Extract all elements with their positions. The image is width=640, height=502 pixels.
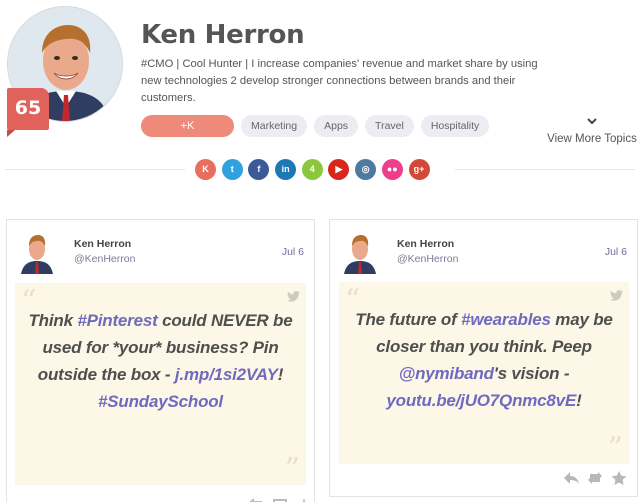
tweet-date[interactable]: Jul 6	[605, 246, 627, 258]
favorite-star-icon[interactable]	[611, 471, 627, 485]
tweet-text-segment: !	[576, 391, 582, 410]
tweet-actions	[240, 496, 312, 502]
favorite-star-icon[interactable]	[296, 496, 312, 502]
profile-name: Ken Herron	[141, 20, 305, 50]
topic-tag-marketing[interactable]: Marketing	[241, 115, 308, 137]
googleplus-icon[interactable]: g+	[408, 159, 430, 180]
tweet-quote-box: “ Think #Pinterest could NEVER be used f…	[15, 283, 306, 485]
reply-icon[interactable]	[248, 496, 264, 502]
tweet-quote-box: “ The future of #wearables may be closer…	[339, 282, 629, 464]
tweet-author-name[interactable]: Ken Herron	[74, 238, 131, 250]
tweet-author-avatar[interactable]	[342, 230, 378, 274]
tweet-link[interactable]: #SundaySchool	[98, 392, 223, 411]
tweet-text: The future of #wearables may be closer t…	[349, 306, 619, 414]
topic-tags: +K Marketing Apps Travel Hospitality	[141, 115, 496, 137]
retweet-icon[interactable]	[272, 496, 288, 502]
tweet-link[interactable]: youtu.be/jUO7Qnmc8vE	[386, 391, 576, 410]
tweet-author-avatar[interactable]	[19, 230, 55, 274]
chevron-down-icon	[587, 118, 597, 125]
retweet-icon[interactable]	[587, 471, 603, 485]
tweet-date[interactable]: Jul 6	[282, 246, 304, 258]
tweet-text-segment: 's vision -	[493, 364, 570, 383]
tweet-text-segment: The future of	[355, 310, 462, 329]
twitter-icon[interactable]: t	[221, 159, 243, 180]
close-quote-icon: ”	[284, 452, 300, 487]
tweet-author-handle[interactable]: @KenHerron	[74, 253, 135, 265]
tweet-text: Think #Pinterest could NEVER be used for…	[25, 307, 296, 415]
youtube-icon[interactable]: ▶	[328, 159, 350, 180]
topic-tag-apps[interactable]: Apps	[314, 115, 359, 137]
tweet-actions	[555, 471, 627, 485]
tweet-link[interactable]: #Pinterest	[77, 311, 157, 330]
tweet-author-handle[interactable]: @KenHerron	[397, 253, 458, 265]
flickr-icon[interactable]: ●●	[381, 159, 403, 180]
tweet-text-segment: Think	[28, 311, 78, 330]
tweet-card: Ken Herron @KenHerron Jul 6 “ The future…	[329, 219, 638, 497]
instagram-icon[interactable]: ◎	[355, 159, 377, 180]
view-more-topics-label: View More Topics	[547, 133, 637, 145]
topic-tag-travel[interactable]: Travel	[365, 115, 414, 137]
foursquare-icon[interactable]: 4	[301, 159, 323, 180]
tweet-link[interactable]: #wearables	[461, 310, 551, 329]
profile-bio: #CMO | Cool Hunter | I increase companie…	[141, 58, 538, 104]
tweet-author-name[interactable]: Ken Herron	[397, 238, 454, 250]
facebook-icon[interactable]: f	[248, 159, 270, 180]
klout-icon[interactable]: K	[195, 159, 216, 180]
social-links: Kt f in 4 ▶ ◎ ●● g+	[195, 159, 435, 180]
profile-avatar-container: 65	[7, 6, 125, 137]
topic-tag-hospitality[interactable]: Hospitality	[420, 115, 490, 137]
reply-icon[interactable]	[563, 471, 579, 485]
linkedin-icon[interactable]: in	[275, 159, 297, 180]
tweet-link[interactable]: j.mp/1si2VAY	[175, 365, 278, 384]
klout-score-badge: 65	[7, 88, 49, 137]
close-quote-icon: ”	[607, 431, 623, 466]
divider	[5, 169, 185, 170]
twitter-bird-icon	[610, 290, 623, 301]
give-k-button[interactable]: +K	[141, 115, 234, 137]
tweet-card: Ken Herron @KenHerron Jul 6 “ Think #Pin…	[6, 219, 315, 502]
tweet-link[interactable]: @nymiband	[399, 364, 494, 383]
tweet-text-segment: !	[277, 365, 284, 384]
twitter-bird-icon	[287, 291, 300, 302]
divider	[455, 169, 635, 170]
view-more-topics-button[interactable]: View More Topics	[544, 114, 640, 145]
